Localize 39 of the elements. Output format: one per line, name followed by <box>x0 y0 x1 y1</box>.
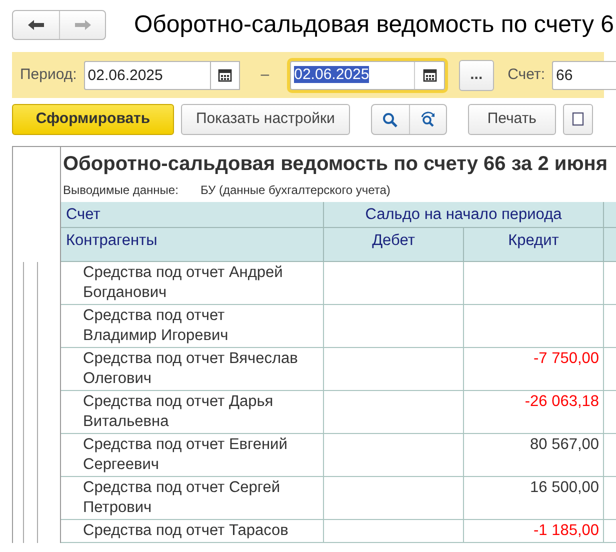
calendar-icon <box>218 68 232 82</box>
table-cell: -7 750,00 <box>464 348 604 392</box>
header-cell: Дебет <box>324 228 464 262</box>
account-field[interactable]: 66 <box>552 60 616 90</box>
right-arrow-icon <box>74 19 92 31</box>
calendar-icon <box>422 68 437 82</box>
header-cell: Счет <box>61 202 324 228</box>
table-cell: Средства под отчет Андрей Богданович <box>61 262 324 306</box>
table-cell: Средства под отчет Сергей Петрович <box>61 477 324 520</box>
document-icon <box>572 112 584 126</box>
generate-button[interactable]: Сформировать <box>12 104 174 135</box>
more-button[interactable]: ... <box>459 60 494 90</box>
table-cell: 80 567,00 <box>464 434 604 478</box>
search-icon <box>382 112 398 128</box>
table-cell: 16 500,00 <box>464 477 604 520</box>
table-cell: Средства под отчет Вячеслав Олегович <box>61 348 324 392</box>
output-data-value: БУ (данные бухгалтерского учета) <box>200 182 390 199</box>
calendar-button[interactable] <box>210 60 240 90</box>
table-cell: Средства под отчет Евгений Сергеевич <box>61 434 324 478</box>
search-refresh-icon <box>418 110 437 128</box>
period-label: Период: <box>20 64 77 85</box>
print-button[interactable]: Печать <box>468 104 556 135</box>
toolbar-button[interactable] <box>562 104 593 135</box>
header-cell: Кредит <box>464 228 604 262</box>
table-cell: Средства под отчет Дарья Витальевна <box>61 391 324 434</box>
left-arrow-icon <box>27 19 45 31</box>
table-cell: Средства под отчет Тарасов <box>61 520 324 544</box>
account-label: Счет: <box>508 64 546 85</box>
table-cell: Средства под отчет Владимир Игоревич <box>61 305 324 348</box>
settings-button[interactable]: Показать настройки <box>181 104 350 135</box>
header-cell: Сальдо на начало периода <box>324 202 604 228</box>
header-cell: Контрагенты <box>61 228 324 262</box>
date-separator: – <box>260 64 270 85</box>
date-from-field[interactable]: 02.06.2025 <box>84 60 210 90</box>
table-cell: -1 185,00 <box>464 520 604 544</box>
table-cell: -26 063,18 <box>464 391 604 434</box>
report-title: Оборотно-сальдовая ведомость по счету 66 за 2 июня <box>62 152 609 177</box>
output-data-label: Выводимые данные: <box>63 182 178 199</box>
window-title: Оборотно-сальдовая ведомость по счету 6 <box>134 10 614 40</box>
